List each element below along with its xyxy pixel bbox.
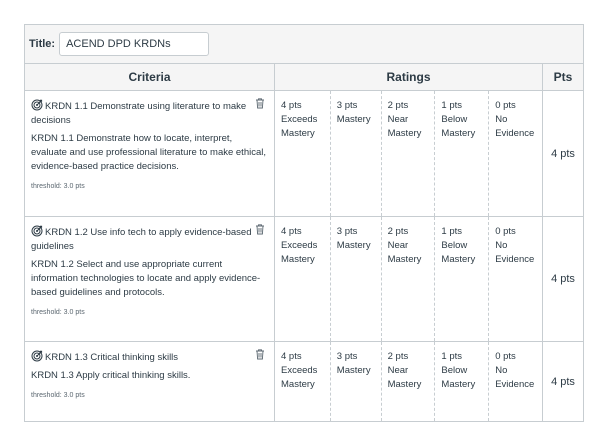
outcome-target-icon [31, 350, 43, 362]
criterion-title: KRDN 1.3 Critical thinking skills [31, 350, 268, 365]
rating-option[interactable]: 2 pts Near Mastery [382, 91, 436, 216]
rating-option[interactable]: 3 pts Mastery [331, 217, 382, 341]
trash-icon[interactable] [254, 348, 266, 360]
rubric-table: Title: Criteria Ratings Pts KRDN 1.1 Dem… [24, 24, 584, 422]
rating-label: Below Mastery [441, 114, 476, 139]
rating-points: 3 pts [336, 226, 358, 237]
criterion-threshold: threshold: 3.0 pts [31, 392, 85, 399]
rating-points: 2 pts [387, 226, 409, 237]
criterion-points: 4 pts [551, 273, 575, 285]
rating-label: No Evidence [495, 365, 535, 390]
rating-option[interactable]: 3 pts Mastery [331, 342, 382, 421]
title-bar: Title: [25, 25, 583, 64]
rating-option[interactable]: 4 pts Exceeds Mastery [275, 342, 331, 421]
rating-points: 4 pts [281, 351, 302, 362]
ratings-cell: 4 pts Exceeds Mastery 3 pts Mastery 2 pts Nea… [275, 91, 543, 216]
rating-label: Mastery [336, 240, 371, 251]
rating-option[interactable]: 2 pts Near Mastery [382, 217, 436, 341]
rating-points: 3 pts [336, 351, 358, 362]
criterion-row: KRDN 1.1 Demonstrate using literature to… [25, 91, 583, 217]
criterion-threshold: threshold: 3.0 pts [31, 309, 85, 316]
rating-label: Exceeds Mastery [281, 365, 318, 390]
rating-label: Near Mastery [387, 114, 422, 139]
rating-label: Exceeds Mastery [281, 240, 318, 265]
criterion-title-text: KRDN 1.2 Use info tech to apply evidence… [31, 227, 252, 252]
criterion-cell: KRDN 1.3 Critical thinking skills KRDN 1… [25, 342, 275, 421]
criterion-title: KRDN 1.2 Use info tech to apply evidence… [31, 225, 268, 254]
rating-label: Mastery [336, 114, 371, 125]
outcome-target-icon [31, 225, 43, 237]
rating-points: 0 pts [495, 351, 516, 362]
criterion-points: 4 pts [551, 375, 575, 388]
rating-label: Near Mastery [387, 240, 422, 265]
criteria-header: Criteria [25, 64, 275, 90]
criterion-title-text: KRDN 1.3 Critical thinking skills [45, 352, 179, 363]
criterion-description: KRDN 1.1 Demonstrate how to locate, inte… [31, 133, 266, 172]
ratings-cell: 4 pts Exceeds Mastery 3 pts Mastery 2 pts Nea… [275, 217, 543, 341]
outcome-target-icon [31, 99, 43, 111]
rating-label: No Evidence [495, 240, 535, 265]
rating-points: 2 pts [387, 351, 409, 362]
rating-option[interactable]: 2 pts Near Mastery [382, 342, 436, 421]
title-input[interactable] [59, 32, 210, 56]
rating-option[interactable]: 1 pts Below Mastery [435, 342, 490, 421]
rubric-header-row: Criteria Ratings Pts [25, 64, 583, 91]
criterion-description: KRDN 1.3 Apply critical thinking skills. [31, 370, 191, 381]
rating-points: 2 pts [387, 100, 409, 111]
criterion-cell: KRDN 1.1 Demonstrate using literature to… [25, 91, 275, 216]
rating-label: Mastery [336, 365, 371, 376]
criterion-row: KRDN 1.3 Critical thinking skills KRDN 1… [25, 342, 583, 422]
rating-option[interactable]: 1 pts Below Mastery [435, 91, 490, 216]
pts-header: Pts [553, 70, 573, 84]
rating-label: Exceeds Mastery [281, 114, 318, 139]
criterion-row: KRDN 1.2 Use info tech to apply evidence… [25, 217, 583, 342]
trash-icon[interactable] [254, 97, 266, 109]
rating-label: No Evidence [495, 114, 535, 139]
rating-points: 1 pts [441, 351, 463, 362]
rating-points: 1 pts [441, 100, 463, 111]
trash-icon[interactable] [254, 223, 266, 235]
title-label: Title: [29, 38, 56, 50]
ratings-cell: 4 pts Exceeds Mastery 3 pts Mastery 2 pts Nea… [275, 342, 543, 421]
rating-option[interactable]: 4 pts Exceeds Mastery [275, 91, 331, 216]
rating-points: 4 pts [281, 100, 302, 111]
criteria-rows: KRDN 1.1 Demonstrate using literature to… [25, 91, 583, 422]
criterion-title-text: KRDN 1.1 Demonstrate using literature to… [31, 101, 247, 126]
rating-option[interactable]: 0 pts No Evidence [489, 342, 542, 421]
criterion-description: KRDN 1.2 Select and use appropriate curr… [31, 259, 261, 298]
criterion-cell: KRDN 1.2 Use info tech to apply evidence… [25, 217, 275, 341]
rating-option[interactable]: 3 pts Mastery [331, 91, 382, 216]
rating-option[interactable]: 0 pts No Evidence [489, 91, 542, 216]
rating-points: 0 pts [495, 226, 516, 237]
rating-option[interactable]: 1 pts Below Mastery [435, 217, 490, 341]
rating-points: 0 pts [495, 100, 516, 111]
criterion-points: 4 pts [551, 147, 575, 160]
rating-points: 4 pts [281, 226, 302, 237]
rating-option[interactable]: 4 pts Exceeds Mastery [275, 217, 331, 341]
rating-label: Below Mastery [441, 365, 476, 390]
criterion-threshold: threshold: 3.0 pts [31, 183, 85, 190]
rating-label: Below Mastery [441, 240, 476, 265]
criterion-title: KRDN 1.1 Demonstrate using literature to… [31, 99, 268, 128]
ratings-header: Ratings [275, 64, 543, 90]
rating-points: 1 pts [441, 226, 463, 237]
rating-label: Near Mastery [387, 365, 422, 390]
rating-option[interactable]: 0 pts No Evidence [489, 217, 542, 341]
rating-points: 3 pts [336, 100, 358, 111]
